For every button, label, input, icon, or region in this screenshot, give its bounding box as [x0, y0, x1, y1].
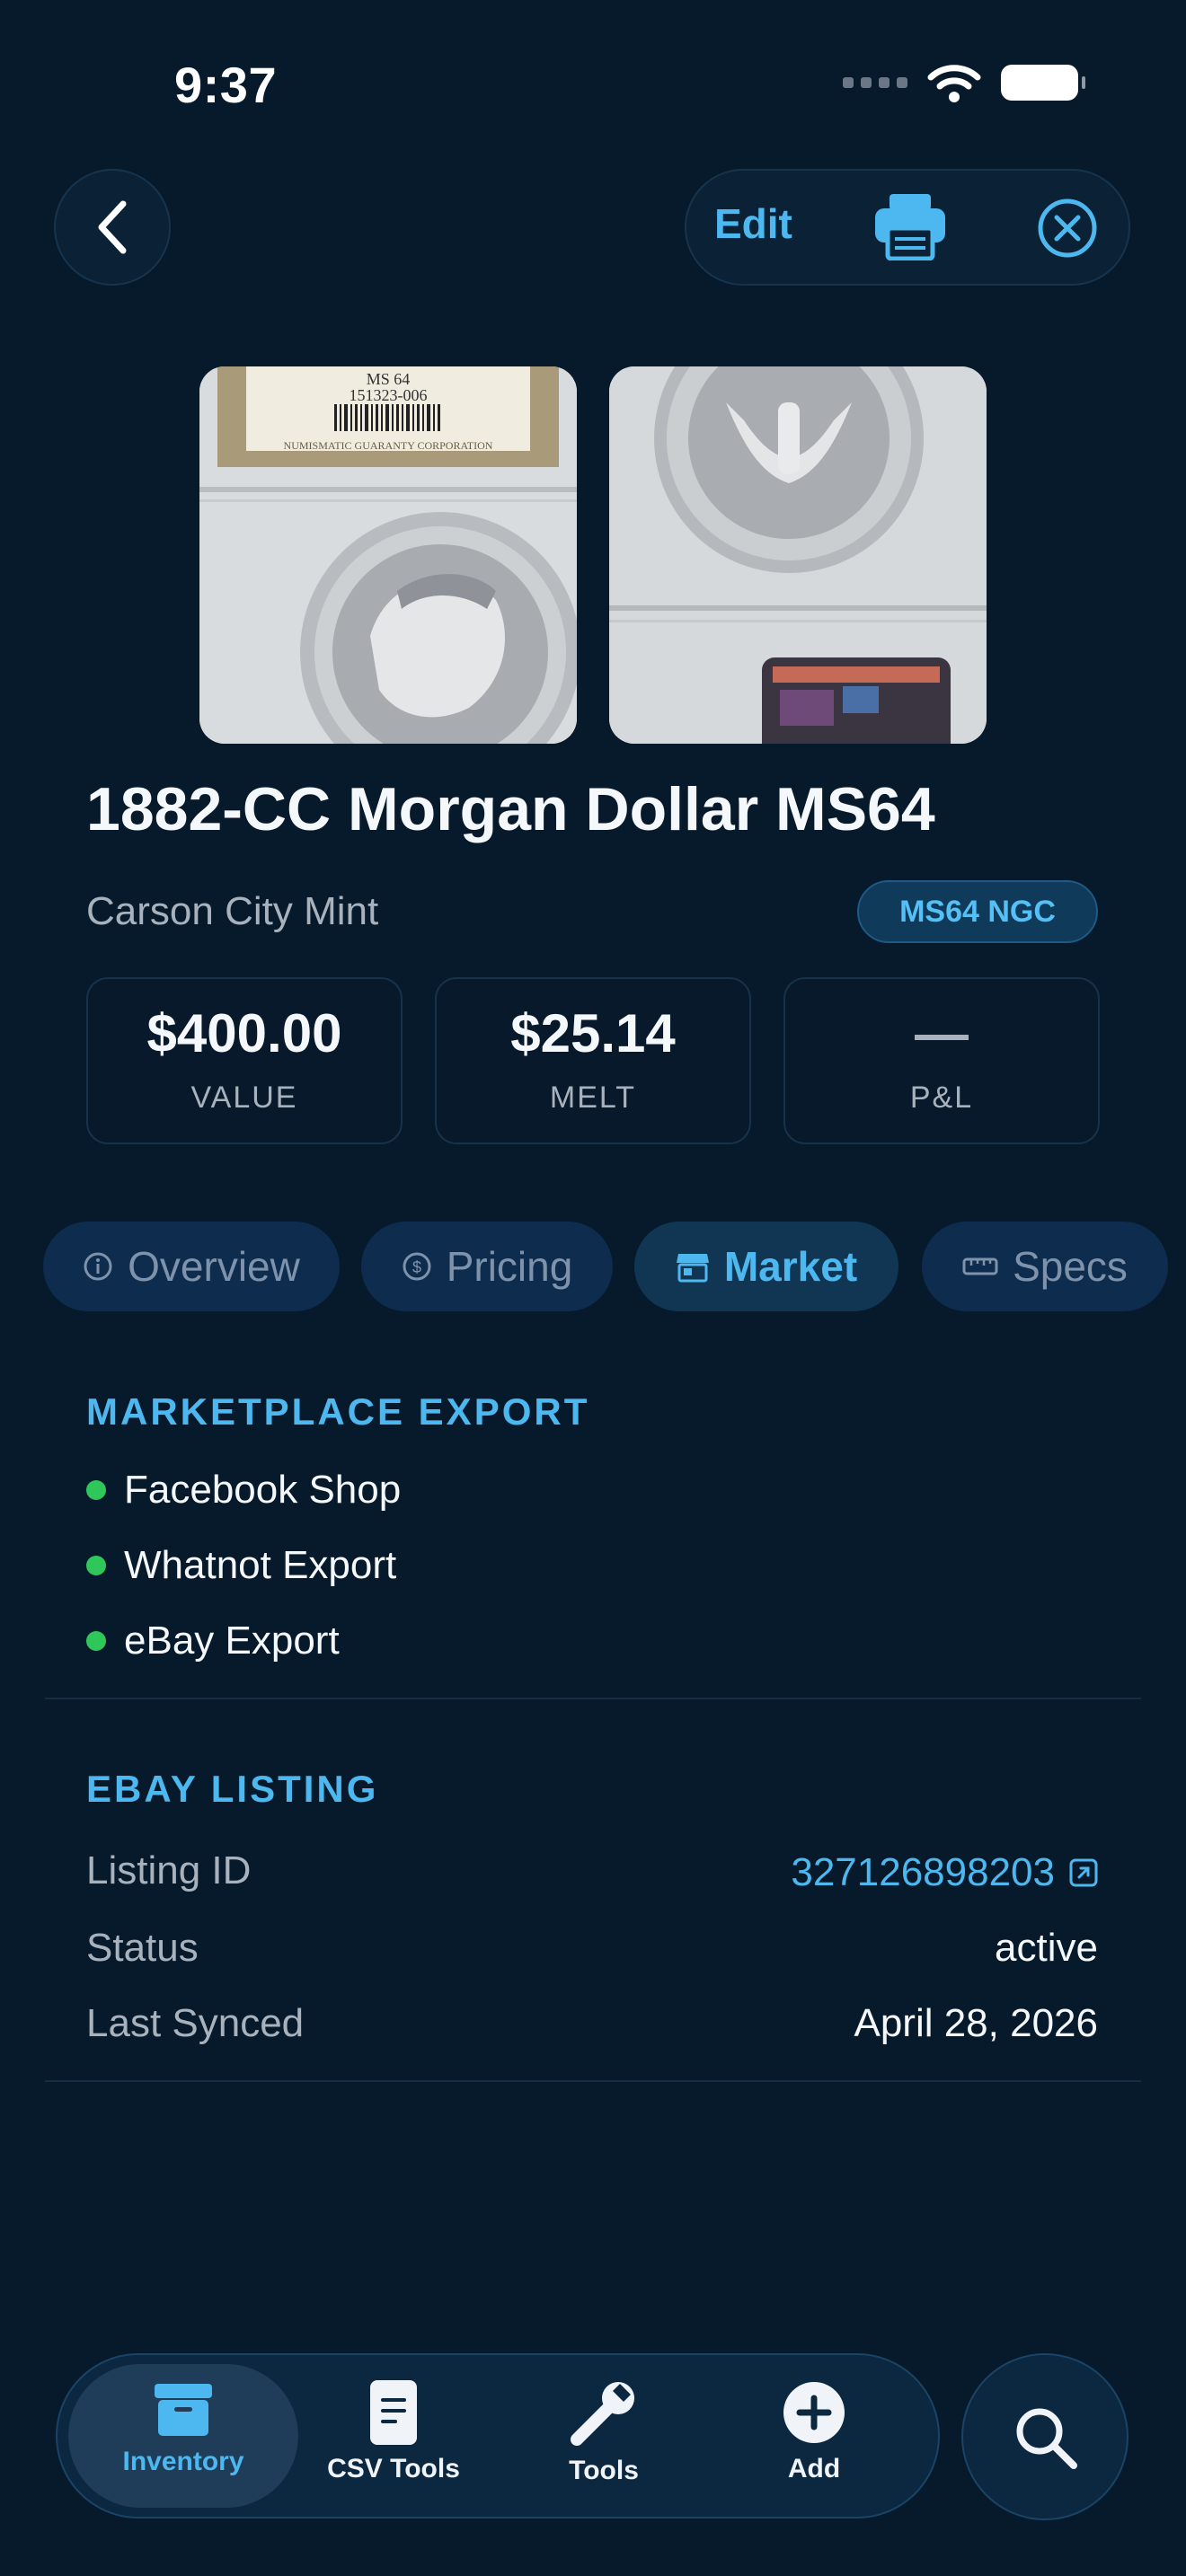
listing-id-link[interactable]: 327126898203 — [791, 1850, 1098, 1895]
chevron-left-icon — [98, 200, 127, 254]
listing-id-label: Listing ID — [86, 1848, 252, 1892]
last-synced-value: April 28, 2026 — [854, 2001, 1098, 2045]
melt-amount: $25.14 — [510, 1002, 676, 1063]
ruler-icon — [962, 1257, 998, 1275]
last-synced-label: Last Synced — [86, 2001, 305, 2045]
printer-icon[interactable] — [873, 192, 947, 260]
search-icon — [1016, 2408, 1077, 2469]
dollar-circle-icon: $ — [403, 1252, 431, 1281]
status-dot — [86, 1556, 106, 1575]
tab-overview[interactable]: Overview — [43, 1222, 340, 1311]
wrench-icon — [571, 2382, 634, 2446]
back-button[interactable] — [54, 169, 171, 286]
marketplace-item-label: Whatnot Export — [124, 1543, 397, 1587]
nav-tools-label: Tools — [569, 2456, 639, 2485]
list-item: eBay Export — [86, 1619, 340, 1663]
melt-label: MELT — [549, 1080, 637, 1115]
close-circle-icon[interactable] — [1037, 198, 1098, 259]
value-amount: $400.00 — [146, 1002, 342, 1063]
info-icon — [84, 1252, 112, 1281]
slab-label-grade: MS 64 — [367, 370, 411, 388]
coin-reverse-image[interactable] — [609, 366, 987, 744]
marketplace-export-title: MARKETPLACE EXPORT — [86, 1390, 590, 1433]
search-button[interactable] — [961, 2353, 1128, 2520]
tab-specs[interactable]: Specs — [922, 1222, 1168, 1311]
coin-obverse-image[interactable]: MS 64 151323-006 NUMISMATIC GUARANTY COR… — [199, 366, 577, 744]
coin-title: 1882-CC Morgan Dollar MS64 — [86, 775, 935, 843]
value-card: $400.00 VALUE — [86, 977, 403, 1144]
pnl-card: — P&L — [783, 977, 1100, 1144]
grade-badge: MS64 NGC — [857, 880, 1098, 943]
listing-id-value[interactable]: 327126898203 — [791, 1850, 1055, 1895]
edit-button[interactable]: Edit — [714, 199, 792, 248]
archive-box-icon — [155, 2384, 212, 2436]
nav-add[interactable]: Add — [724, 2380, 904, 2484]
external-link-icon — [1069, 1858, 1098, 1887]
nav-csv-tools[interactable]: CSV Tools — [304, 2380, 483, 2484]
nav-inventory[interactable]: Inventory — [93, 2380, 273, 2477]
cellular-signal-icon — [843, 77, 907, 88]
status-icons — [843, 63, 1085, 102]
nav-csv-tools-label: CSV Tools — [327, 2454, 460, 2483]
status-dot — [86, 1631, 106, 1651]
wifi-icon — [927, 65, 981, 102]
tab-pricing[interactable]: $ Pricing — [361, 1222, 613, 1311]
battery-icon — [1001, 65, 1085, 101]
value-label: VALUE — [190, 1080, 298, 1115]
status-value: active — [995, 1926, 1098, 1970]
status-dot — [86, 1480, 106, 1500]
list-item: Whatnot Export — [86, 1543, 396, 1588]
tab-market[interactable]: Market — [634, 1222, 898, 1311]
svg-text:$: $ — [412, 1258, 421, 1276]
divider — [45, 2080, 1141, 2082]
mint-name: Carson City Mint — [86, 889, 379, 933]
storefront-icon — [676, 1254, 709, 1283]
tab-overview-label: Overview — [128, 1243, 300, 1290]
document-icon — [370, 2380, 417, 2445]
divider — [45, 1698, 1141, 1699]
tab-specs-label: Specs — [1013, 1243, 1128, 1290]
plus-circle-icon — [783, 2382, 845, 2443]
marketplace-item-label: Facebook Shop — [124, 1468, 402, 1512]
tab-market-label: Market — [723, 1243, 858, 1290]
pnl-label: P&L — [909, 1080, 974, 1115]
status-label: Status — [86, 1926, 199, 1970]
list-item: Facebook Shop — [86, 1468, 401, 1513]
nav-inventory-label: Inventory — [122, 2447, 244, 2476]
nav-add-label: Add — [787, 2454, 841, 2483]
pnl-amount: — — [915, 1002, 969, 1063]
slab-label-cert: 151323-006 — [350, 386, 428, 404]
tab-pricing-label: Pricing — [446, 1243, 573, 1290]
status-time: 9:37 — [174, 57, 278, 113]
nav-tools[interactable]: Tools — [514, 2380, 694, 2486]
marketplace-item-label: eBay Export — [124, 1619, 340, 1663]
melt-card: $25.14 MELT — [435, 977, 751, 1144]
slab-label-company: NUMISMATIC GUARANTY CORPORATION — [284, 439, 493, 452]
ebay-listing-title: EBAY LISTING — [86, 1768, 379, 1810]
